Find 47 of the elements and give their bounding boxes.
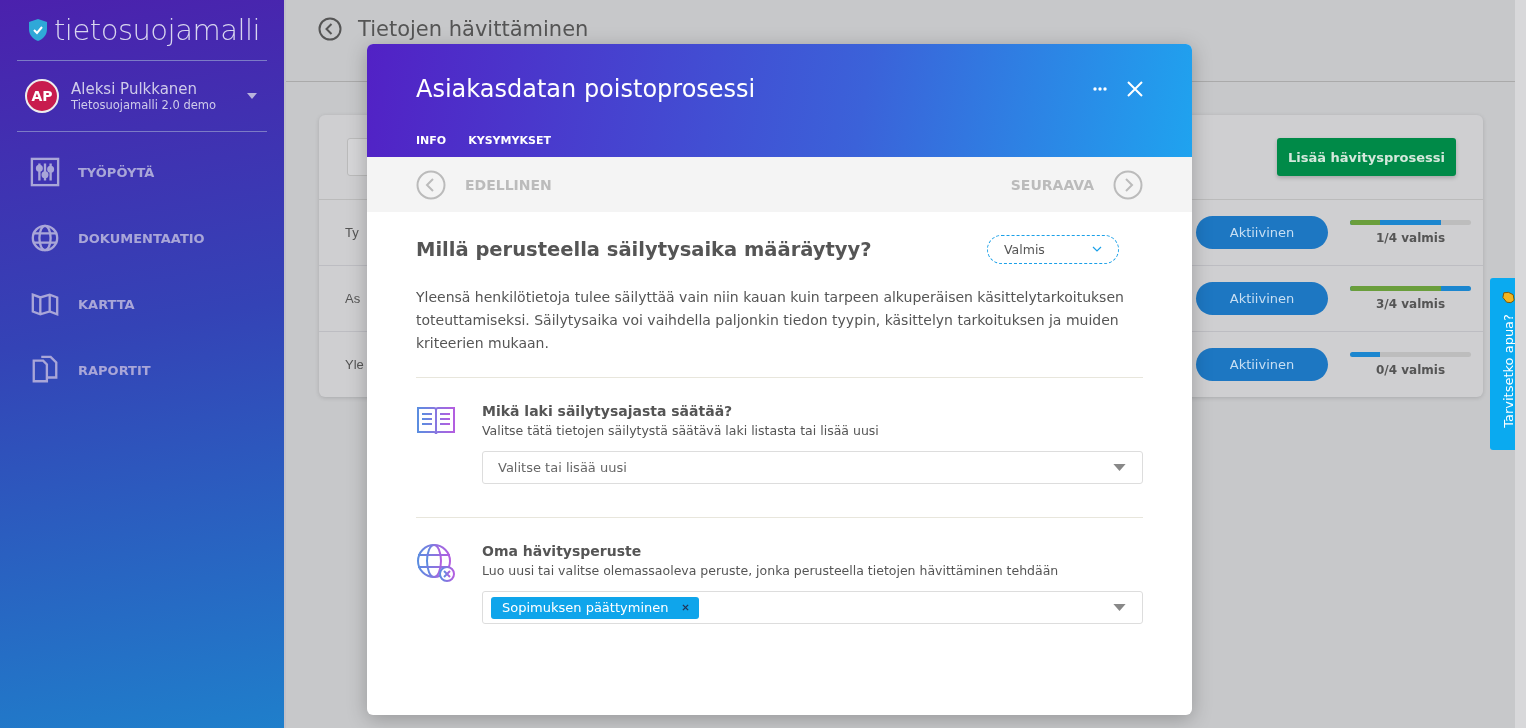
- page-title: Tietojen hävittäminen: [358, 17, 589, 41]
- select-field[interactable]: Sopimuksen päättyminen: [482, 591, 1143, 624]
- close-icon[interactable]: [1127, 81, 1143, 97]
- section-title: Oma hävitysperuste: [482, 543, 643, 559]
- remove-icon[interactable]: [682, 604, 690, 611]
- tag-chip[interactable]: Sopimuksen päättyminen: [491, 596, 700, 619]
- caret-icon: [1113, 604, 1126, 611]
- progress-text: 0/4 valmis: [1375, 363, 1446, 377]
- next-button[interactable]: SEURAAVA: [1010, 169, 1143, 200]
- chevron-left-icon: [416, 169, 446, 200]
- status-button[interactable]: Aktiivinen: [1196, 216, 1328, 249]
- status-button[interactable]: Aktiivinen: [1196, 282, 1328, 315]
- caret-icon: [1113, 464, 1126, 471]
- select-field[interactable]: Valitse tai lisää uusi: [482, 451, 1143, 484]
- brand-name: tietosuojamalli: [54, 13, 261, 47]
- section-title: Mikä laki säilytysajasta säätää?: [482, 403, 734, 419]
- progress-text: 3/4 valmis: [1375, 297, 1446, 311]
- globe-icon: [30, 223, 60, 253]
- modal-tab[interactable]: KYSYMYKSET: [468, 134, 551, 147]
- modal-tab[interactable]: INFO: [416, 134, 447, 147]
- status-button[interactable]: Aktiivinen: [1196, 348, 1328, 381]
- avatar: AP: [25, 79, 59, 113]
- more-icon[interactable]: [1093, 87, 1107, 91]
- organization-name: Tietosuojamalli 2.0 demo: [71, 98, 218, 112]
- chevron-right-icon: [1113, 169, 1143, 200]
- previous-button[interactable]: EDELLINEN: [416, 169, 552, 200]
- question-heading: Millä perusteella säilytysaika määräytyy?: [416, 237, 872, 261]
- caret-icon[interactable]: [247, 93, 257, 99]
- documents-icon: [30, 355, 60, 385]
- shield-logo-icon: [28, 18, 48, 42]
- add-process-button[interactable]: Lisää hävitysprosessi: [1277, 138, 1456, 176]
- help-tab[interactable]: Tarvitsetko apua?: [1490, 278, 1515, 450]
- sidebar-item[interactable]: DOKUMENTAATIO: [17, 220, 267, 256]
- chevron-down-icon: [1092, 246, 1102, 252]
- section-hint: Luo uusi tai valitse olemassaoleva peruste, jonka perusteella tietojen hävittäminen tehdään: [482, 563, 1060, 578]
- sliders-icon: [30, 157, 60, 187]
- progress-text: 1/4 valmis: [1375, 231, 1446, 245]
- modal-title: Asiakasdatan poistoprosessi: [416, 75, 757, 103]
- section-hint: Valitse tätä tietojen säilytystä säätävä laki listasta tai lisää uusi: [482, 423, 880, 438]
- sidebar-item[interactable]: TYÖPÖYTÄ: [17, 154, 267, 190]
- sidebar-item[interactable]: RAPORTIT: [17, 352, 267, 388]
- globe-with-x-icon: [416, 543, 456, 583]
- sidebar-item[interactable]: KARTTA: [17, 286, 267, 322]
- description-text: Yleensä henkilötietoja tulee säilyttää vain niin kauan kuin tarpeen alkuperäisen käsittelytarkoituksen toteuttamiseksi. Säilytysaika voi vaihdella paljonkin tiedon tyypin, käsittelyn tarkoituksen ja muiden kriteerien mukaan.: [416, 286, 1143, 378]
- status-dropdown[interactable]: Valmis: [987, 234, 1119, 264]
- user-name: Aleksi Pulkkanen: [71, 80, 199, 98]
- back-icon[interactable]: [318, 17, 342, 41]
